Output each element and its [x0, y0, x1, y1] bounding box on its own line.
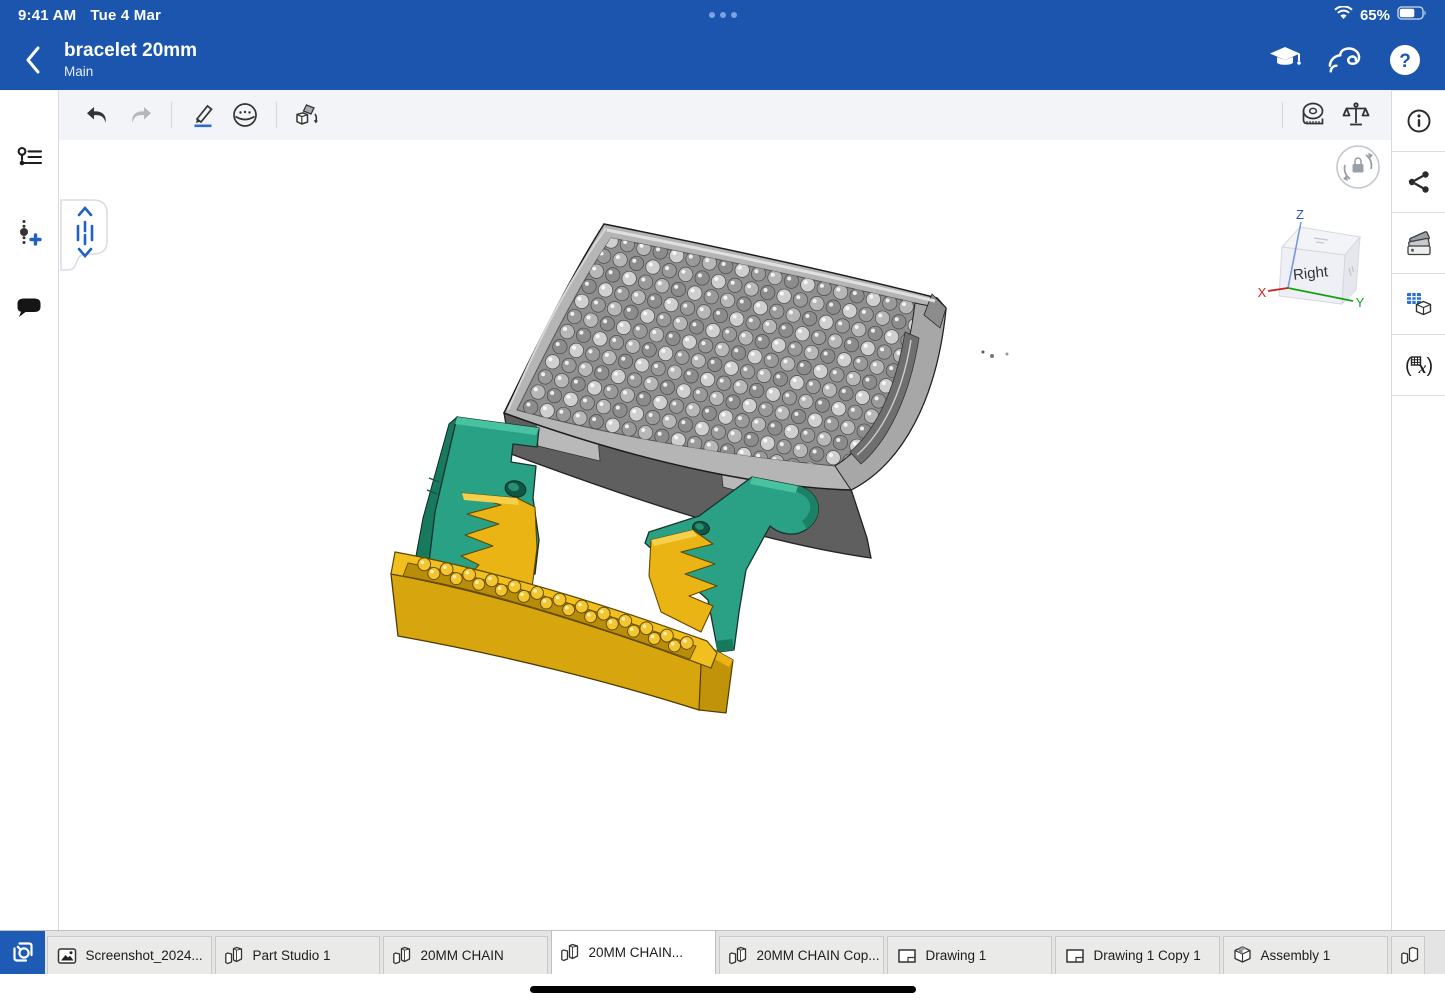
wifi-icon	[1334, 6, 1353, 24]
render-style-icon[interactable]	[224, 95, 266, 135]
part-studio-icon	[1400, 945, 1421, 966]
document-title: bracelet 20mm	[64, 40, 197, 62]
home-indicator[interactable]	[530, 986, 916, 993]
axis-y-label: Y	[1356, 295, 1365, 310]
variables-icon[interactable]: (x)	[1392, 335, 1445, 396]
toolbar-separator	[1282, 102, 1283, 128]
status-date: Tue 4 Mar	[90, 7, 161, 24]
status-time: 9:41 AM	[18, 7, 76, 24]
connection-icon[interactable]	[1327, 42, 1363, 78]
assembly-icon	[1232, 945, 1253, 966]
battery-percent: 65%	[1360, 7, 1390, 24]
toolbar-separator	[276, 102, 277, 128]
info-icon[interactable]	[1392, 91, 1445, 152]
axis-z-label: Z	[1296, 207, 1304, 222]
help-icon[interactable]: ?	[1387, 42, 1423, 78]
status-bar: 9:41 AM Tue 4 Mar 65%	[0, 0, 1445, 30]
mass-properties-icon[interactable]	[1335, 95, 1377, 135]
configuration-icon[interactable]	[1392, 274, 1445, 335]
nav-bar: bracelet 20mm Main ?	[0, 30, 1445, 90]
multitasking-dots-icon[interactable]	[709, 12, 737, 18]
feature-panel-handle[interactable]	[61, 200, 107, 270]
toolbar	[59, 90, 1391, 140]
image-icon	[56, 945, 78, 967]
share-icon[interactable]	[1392, 152, 1445, 213]
part-studio-icon	[728, 945, 749, 966]
tab-partial[interactable]	[1391, 936, 1425, 974]
tab-label: Drawing 1	[926, 948, 987, 963]
view-cube[interactable]: Right Z X Y	[1258, 207, 1365, 310]
svg-text:?: ?	[1399, 51, 1411, 72]
mate-points	[982, 351, 1009, 359]
tab-label: 20MM CHAIN	[421, 948, 504, 963]
tab-label: Assembly 1	[1261, 948, 1331, 963]
part-studio-icon	[224, 945, 245, 966]
tab-manager-button[interactable]	[0, 930, 45, 974]
axis-x-label: X	[1258, 285, 1267, 300]
learning-center-icon[interactable]	[1267, 42, 1303, 78]
tab-drawing-1-copy-1[interactable]: Drawing 1 Copy 1	[1055, 936, 1220, 974]
tab-assembly-1[interactable]: Assembly 1	[1223, 936, 1388, 974]
drawing-icon	[1064, 945, 1086, 967]
appearance-icon[interactable]	[1392, 213, 1445, 274]
tab-label: Screenshot_2024...	[86, 948, 203, 963]
document-tab-bar: Screenshot_2024... Part Studio 1 20MM CH…	[0, 930, 1445, 974]
back-button[interactable]	[16, 40, 50, 80]
feature-list-icon[interactable]	[10, 140, 48, 178]
toolbar-separator	[171, 102, 172, 128]
insert-icon[interactable]	[10, 214, 48, 252]
battery-icon	[1397, 6, 1427, 24]
transform-icon[interactable]	[287, 95, 329, 135]
right-rail: (x)	[1391, 90, 1445, 930]
svg-text:x: x	[1417, 360, 1426, 377]
tab-label: 20MM CHAIN Cop...	[757, 948, 880, 963]
tab-label: Drawing 1 Copy 1	[1094, 948, 1201, 963]
sketch-icon[interactable]	[182, 95, 224, 135]
svg-text:): )	[1426, 355, 1433, 377]
part-studio-icon	[560, 942, 581, 963]
model-3d[interactable]	[391, 224, 1009, 713]
tab-20mm-chain-active[interactable]: 20MM CHAIN...	[551, 930, 716, 974]
drawing-icon	[896, 945, 918, 967]
tab-20mm-chain-copy[interactable]: 20MM CHAIN Cop...	[719, 936, 884, 974]
workspace-name[interactable]: Main	[64, 64, 197, 80]
redo-icon[interactable]	[119, 95, 161, 135]
home-area	[0, 974, 1445, 1004]
measure-icon[interactable]	[1293, 95, 1335, 135]
rotation-lock-button[interactable]	[1337, 146, 1379, 188]
tab-drawing-1[interactable]: Drawing 1	[887, 936, 1052, 974]
tab-part-studio-1[interactable]: Part Studio 1	[215, 936, 380, 974]
tab-20mm-chain[interactable]: 20MM CHAIN	[383, 936, 548, 974]
model-canvas[interactable]: Right Z X Y	[59, 140, 1391, 930]
tab-screenshot[interactable]: Screenshot_2024...	[47, 936, 212, 974]
tab-label: Part Studio 1	[253, 948, 331, 963]
comment-icon[interactable]	[10, 288, 48, 326]
part-studio-icon	[392, 945, 413, 966]
undo-icon[interactable]	[77, 95, 119, 135]
tab-label: 20MM CHAIN...	[589, 945, 684, 960]
left-rail	[0, 90, 59, 930]
